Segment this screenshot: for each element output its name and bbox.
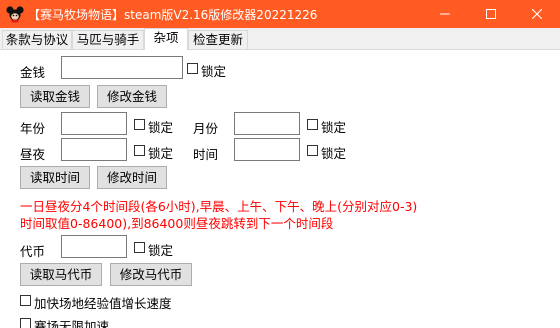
- money-input[interactable]: [61, 56, 183, 79]
- tokens-lock-checkbox[interactable]: [134, 242, 145, 253]
- tokens-input[interactable]: [61, 235, 127, 258]
- maximize-button[interactable]: [468, 0, 514, 28]
- modify-money-button[interactable]: 修改金钱: [97, 85, 167, 108]
- faster-field-exp-label: 加快场地经验值增长速度: [34, 296, 172, 311]
- tokens-label: 代币: [20, 244, 46, 259]
- money-label: 金钱: [20, 65, 46, 80]
- time-lock-label: 锁定: [321, 146, 347, 161]
- modify-tokens-button[interactable]: 修改马代币: [110, 263, 192, 286]
- daynight-input[interactable]: [61, 138, 127, 161]
- maximize-icon: [486, 9, 496, 19]
- month-input[interactable]: [234, 112, 300, 135]
- read-time-button[interactable]: 读取时间: [20, 166, 90, 189]
- minimize-button[interactable]: [422, 0, 468, 28]
- tab-misc[interactable]: 杂项: [144, 28, 188, 50]
- daynight-lock-label: 锁定: [148, 146, 174, 161]
- daynight-lock-checkbox[interactable]: [134, 145, 145, 156]
- faster-field-exp-checkbox[interactable]: [20, 295, 31, 306]
- tab-strip: 条款与协议 马匹与骑手 杂项 检查更新: [0, 28, 560, 50]
- close-button[interactable]: [514, 0, 560, 28]
- window-title: 【赛马牧场物语】steam版V2.16版修改器20221226: [28, 8, 318, 22]
- read-money-button[interactable]: 读取金钱: [20, 85, 90, 108]
- tokens-lock-label: 锁定: [148, 243, 174, 258]
- read-tokens-button[interactable]: 读取马代币: [20, 263, 102, 286]
- misc-panel: 金钱 锁定 读取金钱 修改金钱 年份 锁定 月份 锁定 昼夜 锁定 时间 锁定 …: [0, 49, 560, 328]
- infinite-boost-checkbox[interactable]: [20, 318, 31, 328]
- year-input[interactable]: [61, 112, 127, 135]
- time-label: 时间: [193, 147, 219, 162]
- time-lock-checkbox[interactable]: [307, 145, 318, 156]
- tab-horses-riders[interactable]: 马匹与骑手: [72, 30, 144, 49]
- infinite-boost-label: 赛场无限加速: [34, 319, 110, 328]
- time-note-line2: 时间取值0-86400),到86400则昼夜跳转到下一个时间段: [20, 216, 334, 231]
- title-bar[interactable]: 【赛马牧场物语】steam版V2.16版修改器20221226: [0, 0, 560, 28]
- year-label: 年份: [20, 121, 46, 136]
- money-lock-checkbox[interactable]: [187, 63, 198, 74]
- daynight-label: 昼夜: [20, 147, 46, 162]
- app-mouse-icon: [6, 5, 24, 23]
- modify-time-button[interactable]: 修改时间: [97, 166, 167, 189]
- year-lock-checkbox[interactable]: [134, 119, 145, 130]
- minimize-icon: [440, 13, 450, 15]
- close-icon: [532, 9, 542, 19]
- time-input[interactable]: [234, 138, 300, 161]
- month-label: 月份: [193, 121, 219, 136]
- money-lock-label: 锁定: [201, 64, 227, 79]
- month-lock-label: 锁定: [321, 120, 347, 135]
- month-lock-checkbox[interactable]: [307, 119, 318, 130]
- tab-terms[interactable]: 条款与协议: [2, 30, 72, 49]
- year-lock-label: 锁定: [148, 120, 174, 135]
- tab-check-update[interactable]: 检查更新: [188, 30, 248, 49]
